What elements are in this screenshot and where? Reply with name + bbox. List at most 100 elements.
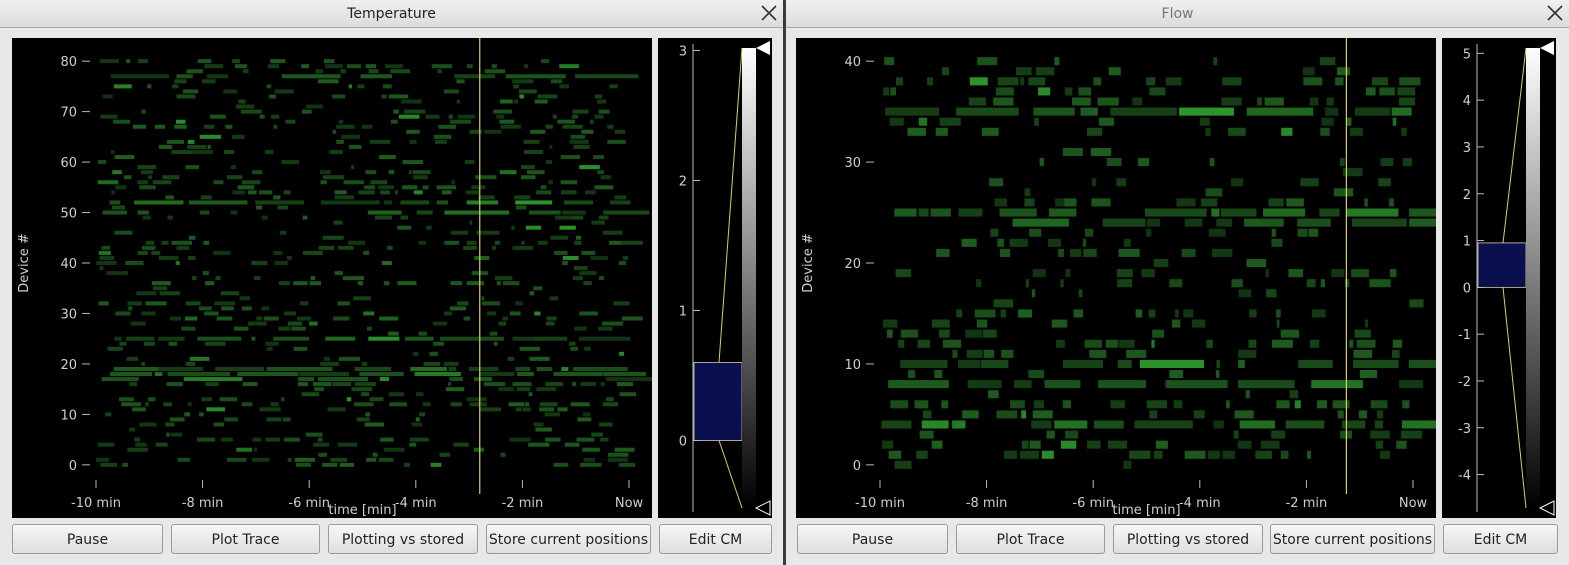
heatmap-cell bbox=[602, 321, 624, 326]
heatmap-cell bbox=[339, 462, 355, 467]
plot-trace-button[interactable]: Plot Trace bbox=[171, 524, 320, 554]
heatmap-cell bbox=[1028, 369, 1045, 379]
heatmap-cell bbox=[466, 200, 499, 205]
close-icon[interactable] bbox=[759, 3, 779, 23]
heatmap-cell bbox=[1409, 208, 1436, 217]
heatmap-cell bbox=[1388, 198, 1394, 207]
heatmap-cell bbox=[1311, 380, 1363, 389]
heatmap-cell bbox=[366, 457, 377, 462]
heatmap-cell bbox=[439, 452, 451, 457]
heatmap-cell bbox=[413, 190, 423, 195]
heatmap-cell bbox=[379, 377, 390, 382]
heatmap-cell bbox=[1039, 158, 1044, 167]
plot-trace-button[interactable]: Plot Trace bbox=[956, 524, 1105, 554]
plotting-vs-stored-button[interactable]: Plotting vs stored bbox=[1113, 524, 1263, 554]
heatmap-cell bbox=[129, 382, 138, 387]
heatmap-cell bbox=[546, 316, 557, 321]
heatmap-cell bbox=[1149, 410, 1158, 419]
x-tick-label: Now bbox=[615, 496, 644, 511]
heatmap-plot[interactable]: -10 min -8 min -6 min -4 min -2 min Now 0 10 20 3… bbox=[796, 38, 1436, 518]
heatmap-cell bbox=[171, 240, 192, 245]
close-icon[interactable] bbox=[1545, 3, 1565, 23]
heatmap-cell bbox=[1173, 400, 1183, 409]
heatmap-cell bbox=[494, 276, 513, 281]
heatmap-cell bbox=[1319, 208, 1340, 217]
heatmap-cell bbox=[890, 87, 896, 96]
heatmap-cell bbox=[1399, 380, 1423, 389]
heatmap-cell bbox=[1080, 107, 1098, 116]
pause-button[interactable]: Pause bbox=[797, 524, 948, 554]
heatmap-cell bbox=[619, 351, 625, 356]
y-tick-label: 0 bbox=[853, 459, 861, 474]
heatmap-cell bbox=[398, 114, 420, 119]
heatmap-cell bbox=[115, 185, 127, 190]
heatmap-cell bbox=[1056, 339, 1065, 348]
edit-cm-button[interactable]: Edit CM bbox=[659, 524, 772, 554]
heatmap-cell bbox=[323, 356, 331, 361]
heatmap-cell bbox=[207, 74, 229, 79]
pause-button[interactable]: Pause bbox=[12, 524, 163, 554]
heatmap-cell bbox=[1285, 420, 1325, 429]
heatmap-cell bbox=[1093, 420, 1124, 429]
heatmap-cell bbox=[337, 442, 358, 447]
heatmap-cell bbox=[573, 276, 584, 281]
heatmap-cell bbox=[514, 195, 531, 200]
colormap-scale[interactable]: -4 -3 -2 -1 0 1 2 3 4 5 bbox=[1442, 38, 1556, 518]
edit-cm-button[interactable]: Edit CM bbox=[1443, 524, 1558, 554]
title-bar[interactable]: Flow bbox=[786, 0, 1569, 28]
heatmap-cell bbox=[1371, 77, 1389, 86]
heatmap-cell bbox=[441, 190, 452, 195]
colormap-scale[interactable]: 0 1 2 3 bbox=[658, 38, 772, 518]
heatmap-cell bbox=[1364, 319, 1369, 328]
heatmap-cell bbox=[449, 377, 463, 382]
heatmap-cell bbox=[1353, 359, 1399, 368]
histogram-box bbox=[693, 362, 743, 441]
heatmap-cell bbox=[1389, 269, 1397, 278]
heatmap-cell bbox=[1401, 127, 1407, 136]
heatmap-cell bbox=[1238, 359, 1245, 368]
heatmap-cell bbox=[365, 412, 371, 417]
heatmap-cell bbox=[433, 321, 448, 326]
colormap-tick-label: 4 bbox=[1463, 94, 1471, 109]
heatmap-cell bbox=[603, 230, 623, 235]
plotting-vs-stored-button[interactable]: Plotting vs stored bbox=[328, 524, 478, 554]
heatmap-cell bbox=[351, 387, 373, 392]
y-axis-label: Device # bbox=[801, 233, 816, 292]
heatmap-cell bbox=[443, 89, 459, 94]
heatmap-cell bbox=[496, 281, 501, 286]
heatmap-cell bbox=[1349, 339, 1354, 348]
heatmap-cell bbox=[109, 200, 121, 205]
heatmap-plot[interactable]: -10 min -8 min -6 min -4 min -2 min Now 0 10 20 3… bbox=[12, 38, 652, 518]
heatmap-cell bbox=[1065, 269, 1071, 278]
store-positions-button[interactable]: Store current positions bbox=[1270, 524, 1435, 554]
heatmap-cell bbox=[123, 175, 132, 180]
heatmap-cell bbox=[466, 281, 485, 286]
heatmap-cell bbox=[409, 442, 417, 447]
heatmap-cell bbox=[119, 341, 127, 346]
heatmap-cell bbox=[1169, 279, 1183, 288]
heatmap-cell bbox=[1139, 359, 1204, 368]
heatmap-cell bbox=[536, 387, 557, 392]
heatmap-cell bbox=[1272, 339, 1293, 348]
heatmap-cell bbox=[317, 79, 339, 84]
heatmap-cell bbox=[1276, 309, 1281, 318]
title-bar[interactable]: Temperature bbox=[0, 0, 783, 28]
heatmap-cell bbox=[571, 382, 577, 387]
heatmap-cell bbox=[219, 397, 238, 402]
heatmap-cell bbox=[380, 190, 390, 195]
heatmap-cell bbox=[1097, 97, 1119, 106]
x-tick-label: Now bbox=[1399, 496, 1428, 511]
heatmap-cell bbox=[1358, 410, 1368, 419]
heatmap-cell bbox=[1151, 339, 1155, 348]
heatmap-cell bbox=[536, 366, 553, 371]
heatmap-cell bbox=[572, 109, 589, 114]
heatmap-cell bbox=[429, 351, 439, 356]
heatmap-cell bbox=[513, 84, 520, 89]
heatmap-cell bbox=[502, 281, 520, 286]
heatmap-cell bbox=[224, 149, 235, 154]
heatmap-cell bbox=[941, 400, 949, 409]
heatmap-cell bbox=[1110, 107, 1177, 116]
store-positions-button[interactable]: Store current positions bbox=[486, 524, 651, 554]
heatmap-cell bbox=[1342, 168, 1363, 177]
heatmap-cell bbox=[230, 210, 238, 215]
